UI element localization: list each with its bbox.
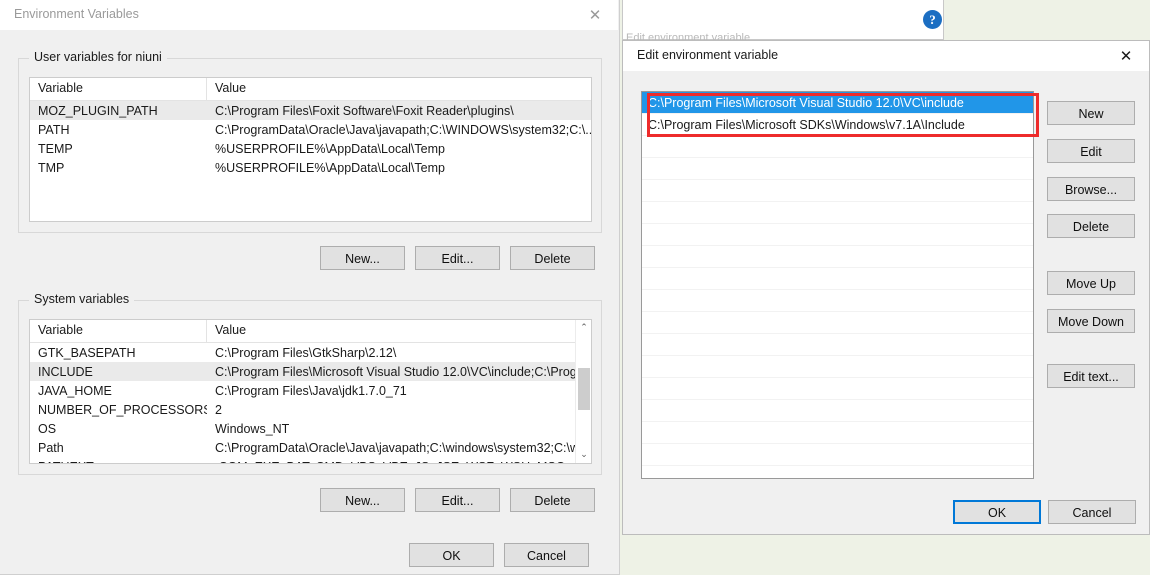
cell-value: C:\Program Files\Java\jdk1.7.0_71 bbox=[215, 383, 407, 398]
cell-value: %USERPROFILE%\AppData\Local\Temp bbox=[215, 160, 445, 175]
cell-variable: INCLUDE bbox=[38, 364, 93, 379]
user-column-value: Value bbox=[215, 81, 247, 95]
path-entry-empty-row[interactable] bbox=[642, 444, 1033, 466]
edit-ok-button[interactable]: OK bbox=[953, 500, 1041, 524]
cell-value: Windows_NT bbox=[215, 421, 290, 436]
path-entry-empty-row[interactable] bbox=[642, 312, 1033, 334]
entry-edit-button[interactable]: Edit bbox=[1047, 139, 1135, 163]
path-entry-empty-row[interactable] bbox=[642, 334, 1033, 356]
entry-move-down-button[interactable]: Move Down bbox=[1047, 309, 1135, 333]
cell-value: C:\ProgramData\Oracle\Java\javapath;C:\w… bbox=[215, 440, 591, 455]
scroll-down-icon[interactable]: ⌄ bbox=[576, 447, 591, 463]
path-entry-empty-row[interactable] bbox=[642, 422, 1033, 444]
system-variables-label: System variables bbox=[29, 292, 135, 306]
table-row[interactable]: PATHEXT.COM;.EXE;.BAT;.CMD;.VBS;.VBE;.JS… bbox=[30, 457, 591, 464]
table-row[interactable]: NUMBER_OF_PROCESSORS 2 bbox=[30, 400, 591, 419]
cell-variable: OS bbox=[38, 421, 57, 436]
entry-edit-text-button[interactable]: Edit text... bbox=[1047, 364, 1135, 388]
path-entry-empty-row[interactable] bbox=[642, 246, 1033, 268]
user-variables-table[interactable]: Variable Value MOZ_PLUGIN_PATH C:\Program… bbox=[29, 77, 592, 222]
scrollbar-thumb[interactable] bbox=[578, 368, 590, 410]
path-entry-empty-row[interactable] bbox=[642, 378, 1033, 400]
cell-variable: JAVA_HOME bbox=[38, 383, 112, 398]
table-row[interactable]: JAVA_HOME C:\Program Files\Java\jdk1.7.0_… bbox=[30, 381, 591, 400]
cell-variable: TEMP bbox=[38, 141, 73, 156]
cell-value: C:\Program Files\Microsoft Visual Studio… bbox=[215, 364, 591, 379]
user-column-variable: Variable bbox=[30, 78, 207, 100]
path-entry-empty-row[interactable] bbox=[642, 290, 1033, 312]
main-titlebar: Environment Variables ✕ bbox=[0, 0, 618, 30]
close-icon[interactable]: ✕ bbox=[572, 0, 618, 30]
system-column-value: Value bbox=[215, 323, 247, 337]
path-entry-empty-row[interactable] bbox=[642, 202, 1033, 224]
cell-value: C:\Program Files\Foxit Software\Foxit Re… bbox=[215, 103, 514, 118]
environment-variables-dialog: Environment Variables ✕ User variables f… bbox=[0, 0, 620, 575]
cell-variable: Path bbox=[38, 440, 64, 455]
main-cancel-button[interactable]: Cancel bbox=[504, 543, 589, 567]
user-new-button[interactable]: New... bbox=[320, 246, 405, 270]
scroll-up-icon[interactable]: ⌃ bbox=[576, 320, 591, 336]
system-column-variable: Variable bbox=[30, 320, 207, 342]
user-variables-label: User variables for niuni bbox=[29, 50, 167, 64]
table-row[interactable]: GTK_BASEPATH C:\Program Files\GtkSharp\2.… bbox=[30, 343, 591, 362]
main-ok-button[interactable]: OK bbox=[409, 543, 494, 567]
edit-cancel-button[interactable]: Cancel bbox=[1048, 500, 1136, 524]
system-table-header: Variable Value bbox=[30, 320, 591, 343]
cell-value: C:\Program Files\GtkSharp\2.12\ bbox=[215, 345, 397, 360]
cell-value: .COM;.EXE;.BAT;.CMD;.VBS;.VBE;.JS;.JSE;.… bbox=[207, 460, 591, 464]
path-entry-empty-row[interactable] bbox=[642, 224, 1033, 246]
system-variables-table[interactable]: Variable Value GTK_BASEPATH C:\Program Fi… bbox=[29, 319, 592, 464]
table-row[interactable]: Path C:\ProgramData\Oracle\Java\javapath;… bbox=[30, 438, 591, 457]
cell-value: %USERPROFILE%\AppData\Local\Temp bbox=[215, 141, 445, 156]
entry-move-up-button[interactable]: Move Up bbox=[1047, 271, 1135, 295]
close-icon[interactable]: ✕ bbox=[1103, 41, 1149, 71]
cell-variable: PATHEXT bbox=[30, 460, 207, 464]
path-entries-body: C:\Program Files\Microsoft Visual Studio… bbox=[642, 92, 1033, 466]
cell-variable: NUMBER_OF_PROCESSORS bbox=[38, 402, 207, 417]
path-entries-list[interactable]: C:\Program Files\Microsoft Visual Studio… bbox=[641, 91, 1034, 479]
path-entry-empty-row[interactable] bbox=[642, 136, 1033, 158]
table-row[interactable]: TMP %USERPROFILE%\AppData\Local\Temp bbox=[30, 158, 591, 177]
system-delete-button[interactable]: Delete bbox=[510, 488, 595, 512]
screen: ? Edit environment variable Environment … bbox=[0, 0, 1150, 575]
main-dialog-title: Environment Variables bbox=[14, 7, 139, 21]
help-icon[interactable]: ? bbox=[923, 10, 942, 29]
cell-variable: GTK_BASEPATH bbox=[38, 345, 136, 360]
path-entry-empty-row[interactable] bbox=[642, 158, 1033, 180]
system-variables-group: System variables Variable Value GTK_BASE… bbox=[18, 292, 602, 475]
entry-browse-button[interactable]: Browse... bbox=[1047, 177, 1135, 201]
cell-variable: MOZ_PLUGIN_PATH bbox=[38, 103, 158, 118]
edit-titlebar: Edit environment variable ✕ bbox=[623, 41, 1149, 71]
path-entry-row[interactable]: C:\Program Files\Microsoft SDKs\Windows\… bbox=[642, 114, 1033, 136]
cell-value: C:\ProgramData\Oracle\Java\javapath;C:\W… bbox=[215, 122, 591, 137]
table-row[interactable]: MOZ_PLUGIN_PATH C:\Program Files\Foxit So… bbox=[30, 101, 591, 120]
system-table-scrollbar[interactable]: ⌃ ⌄ bbox=[575, 320, 591, 463]
user-table-header: Variable Value bbox=[30, 78, 591, 101]
entry-new-button[interactable]: New bbox=[1047, 101, 1135, 125]
table-row[interactable]: PATH C:\ProgramData\Oracle\Java\javapath;… bbox=[30, 120, 591, 139]
system-new-button[interactable]: New... bbox=[320, 488, 405, 512]
table-row[interactable]: INCLUDE C:\Program Files\Microsoft Visual… bbox=[30, 362, 591, 381]
path-entry-empty-row[interactable] bbox=[642, 180, 1033, 202]
user-delete-button[interactable]: Delete bbox=[510, 246, 595, 270]
system-table-body: GTK_BASEPATH C:\Program Files\GtkSharp\2.… bbox=[30, 343, 591, 464]
table-row[interactable]: OS Windows_NT bbox=[30, 419, 591, 438]
cell-variable: PATH bbox=[38, 122, 70, 137]
user-variables-group: User variables for niuni Variable Value … bbox=[18, 50, 602, 233]
path-entry-empty-row[interactable] bbox=[642, 400, 1033, 422]
path-entry-row[interactable]: C:\Program Files\Microsoft Visual Studio… bbox=[642, 92, 1033, 114]
user-table-body: MOZ_PLUGIN_PATH C:\Program Files\Foxit So… bbox=[30, 101, 591, 177]
user-edit-button[interactable]: Edit... bbox=[415, 246, 500, 270]
table-row[interactable]: TEMP %USERPROFILE%\AppData\Local\Temp bbox=[30, 139, 591, 158]
cell-variable: TMP bbox=[38, 160, 65, 175]
entry-delete-button[interactable]: Delete bbox=[1047, 214, 1135, 238]
edit-environment-variable-dialog: Edit environment variable ✕ C:\Program F… bbox=[622, 40, 1150, 535]
path-entry-empty-row[interactable] bbox=[642, 356, 1033, 378]
system-edit-button[interactable]: Edit... bbox=[415, 488, 500, 512]
cell-value: 2 bbox=[215, 402, 222, 417]
path-entry-empty-row[interactable] bbox=[642, 268, 1033, 290]
edit-dialog-title: Edit environment variable bbox=[637, 48, 779, 62]
